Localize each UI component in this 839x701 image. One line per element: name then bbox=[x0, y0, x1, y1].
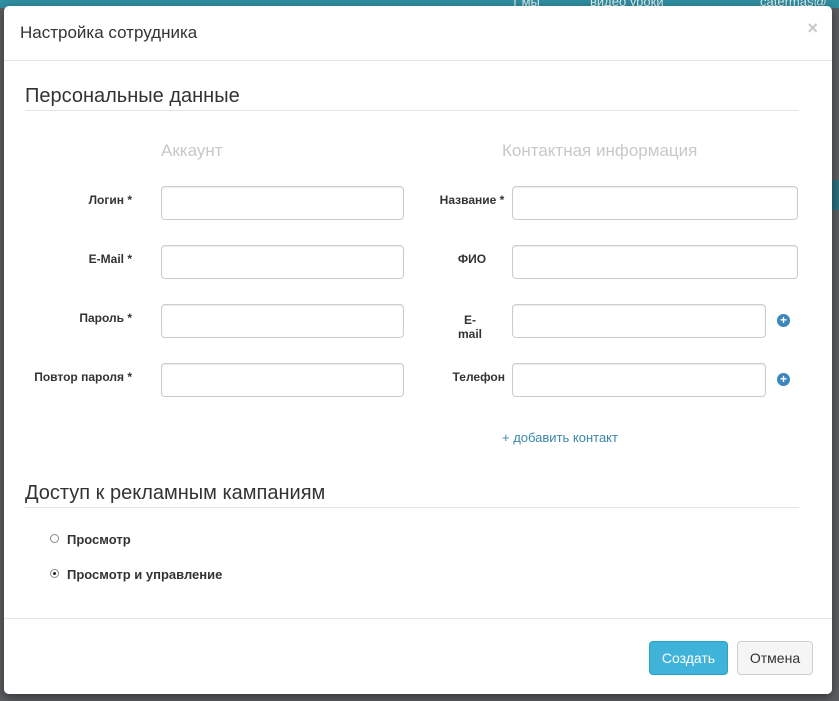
phone-label: Телефон bbox=[452, 370, 505, 384]
radio-view-label: Просмотр bbox=[67, 532, 131, 547]
account-heading: Аккаунт bbox=[161, 141, 223, 160]
login-input[interactable] bbox=[161, 186, 404, 220]
contact-heading: Контактная информация bbox=[502, 141, 698, 160]
password-label: Пароль * bbox=[79, 311, 132, 325]
add-email-plus-icon[interactable]: + bbox=[777, 314, 790, 327]
password-repeat-input[interactable] bbox=[161, 363, 404, 397]
radio-view-manage-label: Просмотр и управление bbox=[67, 567, 223, 582]
create-button[interactable]: Создать bbox=[649, 641, 728, 675]
password-input[interactable] bbox=[161, 304, 404, 338]
password-repeat-label: Повтор пароля * bbox=[34, 370, 132, 384]
contact-email-label: E-mail bbox=[457, 313, 482, 341]
cancel-button[interactable]: Отмена bbox=[737, 641, 813, 675]
full-name-input[interactable] bbox=[512, 245, 798, 279]
employee-settings-modal: Настройка сотрудника × Персональные данн… bbox=[4, 6, 832, 694]
personal-data-title: Персональные данные bbox=[25, 85, 240, 107]
campaign-access-title: Доступ к рекламным кампаниям bbox=[25, 482, 326, 504]
email-input[interactable] bbox=[161, 245, 404, 279]
modal-footer: Создать Отмена bbox=[4, 618, 832, 694]
contact-name-input[interactable] bbox=[512, 186, 798, 220]
radio-view[interactable] bbox=[50, 534, 59, 543]
radio-view-manage[interactable] bbox=[50, 569, 59, 578]
modal-header: Настройка сотрудника × bbox=[4, 6, 832, 61]
add-phone-plus-icon[interactable]: + bbox=[777, 373, 790, 386]
login-label: Логин * bbox=[88, 193, 132, 207]
close-icon[interactable]: × bbox=[807, 18, 818, 39]
contact-name-label: Название * bbox=[439, 193, 505, 207]
full-name-label: ФИО bbox=[457, 252, 487, 266]
contact-email-input[interactable] bbox=[512, 304, 766, 338]
section-divider bbox=[25, 110, 799, 111]
phone-input[interactable] bbox=[512, 363, 766, 397]
email-label: E-Mail * bbox=[88, 252, 132, 266]
modal-title: Настройка сотрудника bbox=[20, 23, 198, 42]
add-contact-link[interactable]: + добавить контакт bbox=[502, 430, 618, 445]
section-divider bbox=[25, 507, 799, 508]
